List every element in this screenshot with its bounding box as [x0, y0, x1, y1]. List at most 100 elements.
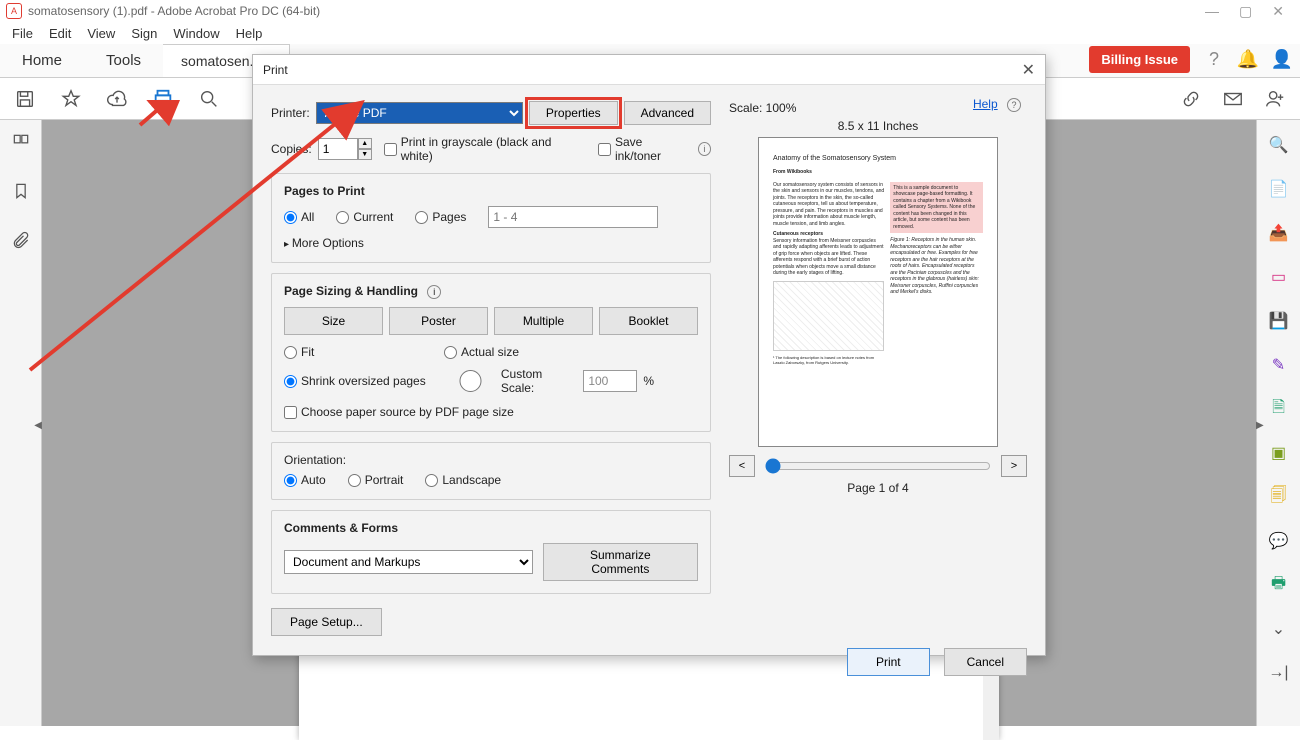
- orientation-title: Orientation:: [284, 453, 698, 467]
- copies-label: Copies:: [271, 142, 312, 156]
- orientation-section: Orientation: Auto Portrait Landscape: [271, 442, 711, 500]
- grayscale-checkbox[interactable]: [384, 143, 397, 156]
- collapse-right-icon[interactable]: ▶: [1256, 420, 1264, 431]
- radio-actual[interactable]: [444, 346, 457, 359]
- print-preview: Anatomy of the Somatosensory System From…: [758, 137, 998, 447]
- radio-custom-scale[interactable]: [444, 370, 497, 392]
- redact-icon[interactable]: ▣: [1268, 442, 1290, 464]
- help-icon[interactable]: ?: [1204, 50, 1224, 70]
- radio-pages[interactable]: [415, 211, 428, 224]
- dialog-titlebar: Print ✕: [253, 55, 1045, 85]
- sign-icon[interactable]: ✎: [1268, 354, 1290, 376]
- radio-current[interactable]: [336, 211, 349, 224]
- printer-select[interactable]: Adobe PDF: [316, 102, 523, 124]
- tab-poster[interactable]: Poster: [389, 307, 488, 335]
- dialog-close-icon[interactable]: ✕: [1022, 60, 1035, 80]
- comments-forms-section: Comments & Forms Document and Markups Su…: [271, 510, 711, 594]
- menu-edit[interactable]: Edit: [49, 26, 71, 41]
- copies-up[interactable]: ▲: [358, 138, 372, 149]
- menu-bar: File Edit View Sign Window Help: [0, 22, 1300, 44]
- preview-heading: Anatomy of the Somatosensory System: [773, 154, 983, 163]
- more-options-toggle[interactable]: More Options: [284, 236, 698, 250]
- cloud-upload-icon[interactable]: [106, 88, 128, 110]
- scan-icon[interactable]: 🖶: [1268, 574, 1290, 596]
- menu-file[interactable]: File: [12, 26, 33, 41]
- close-button[interactable]: ✕: [1272, 3, 1284, 20]
- copies-down[interactable]: ▼: [358, 149, 372, 160]
- menu-view[interactable]: View: [87, 26, 115, 41]
- menu-window[interactable]: Window: [173, 26, 219, 41]
- print-button[interactable]: Print: [847, 648, 930, 676]
- acrobat-icon: A: [6, 3, 22, 19]
- radio-shrink[interactable]: [284, 375, 297, 388]
- save-icon[interactable]: [14, 88, 36, 110]
- notifications-icon[interactable]: 🔔: [1238, 50, 1258, 70]
- sizing-info-icon[interactable]: i: [427, 285, 441, 299]
- menu-sign[interactable]: Sign: [131, 26, 157, 41]
- comments-forms-select[interactable]: Document and Markups: [284, 550, 533, 574]
- advanced-button[interactable]: Advanced: [624, 101, 711, 125]
- save-ink-checkbox[interactable]: [598, 143, 611, 156]
- more-tools-icon[interactable]: ⌄: [1268, 618, 1290, 640]
- billing-issue-button[interactable]: Billing Issue: [1089, 46, 1190, 73]
- maximize-button[interactable]: ▢: [1239, 3, 1252, 20]
- menu-help[interactable]: Help: [236, 26, 263, 41]
- add-person-icon[interactable]: [1264, 88, 1286, 110]
- minimize-button[interactable]: —: [1205, 3, 1219, 20]
- tab-booklet[interactable]: Booklet: [599, 307, 698, 335]
- radio-portrait[interactable]: [348, 474, 361, 487]
- radio-auto[interactable]: [284, 474, 297, 487]
- combine-icon[interactable]: 🗎: [1268, 398, 1290, 420]
- create-pdf-icon[interactable]: 📄: [1268, 178, 1290, 200]
- print-icon[interactable]: [152, 88, 174, 110]
- custom-scale-input[interactable]: [583, 370, 637, 392]
- print-dialog: Print ✕ Printer: Adobe PDF Properties Ad…: [252, 54, 1046, 656]
- help-info-icon[interactable]: ?: [1007, 98, 1021, 112]
- page-setup-button[interactable]: Page Setup...: [271, 608, 382, 636]
- star-icon[interactable]: [60, 88, 82, 110]
- copies-input[interactable]: [318, 138, 358, 160]
- save-ink-info-icon[interactable]: i: [698, 142, 711, 156]
- preview-next-button[interactable]: >: [1001, 455, 1027, 477]
- preview-prev-button[interactable]: <: [729, 455, 755, 477]
- summarize-comments-button[interactable]: Summarize Comments: [543, 543, 698, 581]
- tab-home[interactable]: Home: [0, 44, 84, 77]
- thumbnails-icon[interactable]: [11, 132, 31, 157]
- dialog-title: Print: [263, 63, 288, 77]
- grayscale-label: Print in grayscale (black and white): [401, 135, 574, 163]
- printer-label: Printer:: [271, 106, 310, 120]
- email-icon[interactable]: [1222, 88, 1244, 110]
- cancel-button[interactable]: Cancel: [944, 648, 1027, 676]
- comment-icon[interactable]: 💬: [1268, 530, 1290, 552]
- collapse-left-icon[interactable]: ◀: [34, 420, 42, 431]
- right-sidebar: 🔍 📄 📤 ▭ 💾 ✎ 🗎 ▣ 🗐 💬 🖶 ⌄ →| ▶: [1256, 120, 1300, 726]
- page-range-input[interactable]: [488, 206, 658, 228]
- radio-all[interactable]: [284, 211, 297, 224]
- properties-button[interactable]: Properties: [529, 101, 618, 125]
- edit-pdf-icon[interactable]: ▭: [1268, 266, 1290, 288]
- export-pdf-icon[interactable]: 📤: [1268, 222, 1290, 244]
- radio-landscape[interactable]: [425, 474, 438, 487]
- account-icon[interactable]: 👤: [1272, 50, 1292, 70]
- left-sidebar: ◀: [0, 120, 42, 726]
- zoom-icon[interactable]: 🔍: [1268, 134, 1290, 156]
- share-link-icon[interactable]: [1180, 88, 1202, 110]
- tab-size[interactable]: Size: [284, 307, 383, 335]
- expand-icon[interactable]: →|: [1268, 662, 1290, 684]
- radio-fit[interactable]: [284, 346, 297, 359]
- organize-icon[interactable]: 💾: [1268, 310, 1290, 332]
- preview-slider[interactable]: [765, 456, 991, 476]
- tab-tools[interactable]: Tools: [84, 44, 163, 77]
- save-ink-label: Save ink/toner: [615, 135, 686, 163]
- attachment-icon[interactable]: [11, 230, 31, 255]
- paper-source-checkbox[interactable]: [284, 406, 297, 419]
- search-icon[interactable]: [198, 88, 220, 110]
- paper-dimensions: 8.5 x 11 Inches: [729, 119, 1027, 133]
- preview-byline: From Wikibooks: [773, 169, 983, 176]
- tab-multiple[interactable]: Multiple: [494, 307, 593, 335]
- bookmark-icon[interactable]: [11, 181, 31, 206]
- protect-icon[interactable]: 🗐: [1268, 486, 1290, 508]
- page-counter: Page 1 of 4: [729, 481, 1027, 495]
- help-link[interactable]: Help: [973, 97, 998, 111]
- page-sizing-section: Page Sizing & Handling i Size Poster Mul…: [271, 273, 711, 432]
